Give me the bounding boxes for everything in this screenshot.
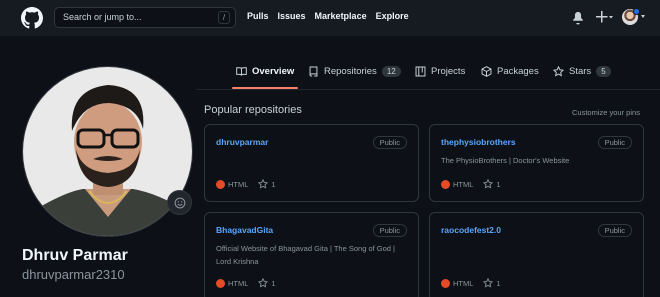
star-icon <box>483 278 494 288</box>
language-color-dot <box>216 278 225 288</box>
create-new-plus-icon[interactable] <box>594 9 614 25</box>
repositories-count-badge: 12 <box>381 65 401 77</box>
chevron-down-icon[interactable] <box>641 15 645 18</box>
repo-meta: HTML 1 <box>216 278 276 288</box>
language-color-dot <box>441 278 450 288</box>
visibility-badge: Public <box>597 224 632 237</box>
nav-marketplace[interactable]: Marketplace <box>315 11 367 21</box>
global-nav: Pulls Issues Marketplace Explore <box>247 11 409 21</box>
repo-language: HTML <box>441 278 473 288</box>
visibility-badge: Public <box>372 136 407 149</box>
tab-overview[interactable]: Overview <box>231 56 299 89</box>
repo-name-link[interactable]: dhruvparmar <box>216 137 268 147</box>
status-dot-icon <box>633 8 640 15</box>
repo-stars[interactable]: 1 <box>258 179 276 189</box>
repo-description: Official Website of Bhagavad Gita | The … <box>216 244 396 266</box>
repo-stars[interactable]: 1 <box>483 278 501 288</box>
global-header: Search or jump to... / Pulls Issues Mark… <box>0 0 660 36</box>
repo-meta: HTML 1 <box>441 179 501 189</box>
tab-repositories-label: Repositories <box>324 65 377 77</box>
tab-repositories[interactable]: Repositories 12 <box>308 56 401 86</box>
profile-avatar[interactable] <box>22 66 193 237</box>
tab-overview-label: Overview <box>252 65 295 77</box>
tabs-divider <box>196 89 660 90</box>
customize-pins-link[interactable]: Customize your pins <box>572 108 640 117</box>
profile-photo-image <box>23 67 192 236</box>
repo-card: raocodefest2.0 Public HTML 1 <box>429 212 644 297</box>
star-icon <box>258 179 269 189</box>
star-icon <box>553 65 564 76</box>
notification-bell-icon[interactable] <box>571 10 585 25</box>
tab-projects-label: Projects <box>431 65 466 77</box>
repo-name-link[interactable]: raocodefest2.0 <box>441 225 501 235</box>
repo-name-link[interactable]: thephysiobrothers <box>441 137 516 147</box>
popular-repos-title: Popular repositories <box>204 104 302 116</box>
profile-name: Dhruv Parmar <box>22 247 128 264</box>
repo-meta: HTML 1 <box>441 278 501 288</box>
repo-language: HTML <box>216 278 248 288</box>
tab-stars[interactable]: Stars 5 <box>553 56 611 86</box>
github-logo-icon[interactable] <box>21 7 43 29</box>
profile-login: dhruvparmar2310 <box>22 267 125 282</box>
repo-stars[interactable]: 1 <box>483 179 501 189</box>
language-color-dot <box>441 179 450 189</box>
repo-meta: HTML 1 <box>216 179 276 189</box>
star-icon <box>258 278 269 288</box>
tab-stars-label: Stars <box>569 65 592 77</box>
smiley-icon <box>174 197 185 208</box>
set-status-button[interactable] <box>167 190 192 215</box>
repo-stars[interactable]: 1 <box>258 278 276 288</box>
repo-description: The PhysioBrothers | Doctor's Website <box>441 156 570 165</box>
project-icon <box>415 66 426 76</box>
star-icon <box>483 179 494 189</box>
repo-name-link[interactable]: BhagavadGita <box>216 225 273 235</box>
search-placeholder: Search or jump to... <box>63 12 142 22</box>
language-color-dot <box>216 179 225 189</box>
search-shortcut-key: / <box>218 11 230 24</box>
repo-language: HTML <box>216 179 248 189</box>
visibility-badge: Public <box>372 224 407 237</box>
stars-count-badge: 5 <box>596 65 611 77</box>
repo-icon <box>309 66 318 76</box>
tab-packages[interactable]: Packages <box>481 56 539 86</box>
package-icon <box>481 65 492 77</box>
nav-issues[interactable]: Issues <box>278 11 306 21</box>
visibility-badge: Public <box>597 136 632 149</box>
search-input[interactable]: Search or jump to... / <box>54 7 236 28</box>
nav-explore[interactable]: Explore <box>376 11 409 21</box>
repo-card: BhagavadGita Public Official Website of … <box>204 212 419 297</box>
nav-pulls[interactable]: Pulls <box>247 11 269 21</box>
repo-card: dhruvparmar Public HTML 1 <box>204 124 419 202</box>
repo-language: HTML <box>441 179 473 189</box>
repo-card: thephysiobrothers Public The PhysioBroth… <box>429 124 644 202</box>
tab-packages-label: Packages <box>497 65 539 77</box>
tab-projects[interactable]: Projects <box>415 56 465 86</box>
book-icon <box>236 66 247 76</box>
